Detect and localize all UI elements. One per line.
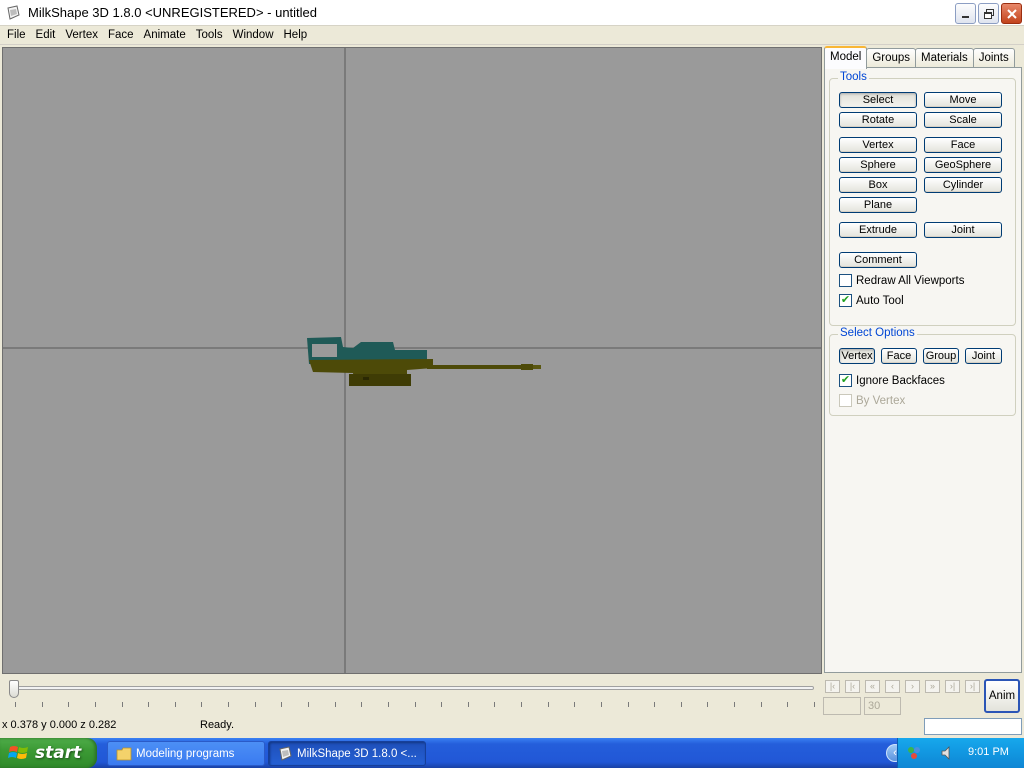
menu-help[interactable]: Help xyxy=(279,27,313,44)
checkmark-icon[interactable]: ✔ xyxy=(839,374,852,387)
cursor-coordinates: x 0.378 y 0.000 z 0.282 xyxy=(2,719,117,731)
checkbox-box xyxy=(839,394,852,407)
ignore-backfaces-label: Ignore Backfaces xyxy=(856,374,945,387)
menu-vertex[interactable]: Vertex xyxy=(60,27,103,44)
animation-controls: |‹ |‹ « ‹ › » ›| ›| 30 Anim xyxy=(823,676,1023,718)
face-tool-button[interactable]: Face xyxy=(924,137,1002,153)
menu-edit[interactable]: Edit xyxy=(31,27,61,44)
total-frames-field: 30 xyxy=(864,697,901,715)
fast-forward-icon: » xyxy=(925,680,940,693)
select-options-title: Select Options xyxy=(838,327,917,339)
tab-model[interactable]: Model xyxy=(824,46,868,69)
by-vertex-label: By Vertex xyxy=(856,394,906,407)
window-title: MilkShape 3D 1.8.0 <UNREGISTERED> - unti… xyxy=(28,5,318,20)
close-icon xyxy=(1006,8,1017,19)
menu-bar: File Edit Vertex Face Animate Tools Wind… xyxy=(0,26,1024,45)
current-frame-field xyxy=(823,697,861,715)
select-group-button[interactable]: Group xyxy=(923,348,959,364)
viewport-canvas[interactable] xyxy=(3,48,822,674)
comment-button[interactable]: Comment xyxy=(839,252,917,268)
rifle-model xyxy=(307,337,541,386)
milkshape-app-icon[interactable] xyxy=(5,5,21,21)
tab-materials[interactable]: Materials xyxy=(915,48,974,68)
rotate-button[interactable]: Rotate xyxy=(839,112,917,128)
menu-file[interactable]: File xyxy=(2,27,31,44)
redraw-all-viewports-checkbox[interactable]: Redraw All Viewports xyxy=(839,274,964,287)
menu-face[interactable]: Face xyxy=(103,27,139,44)
status-bar: x 0.378 y 0.000 z 0.282 Ready. xyxy=(0,716,1024,738)
tools-panel: Model Groups Materials Joints Tools Sele… xyxy=(824,46,1022,674)
menu-tools[interactable]: Tools xyxy=(191,27,228,44)
taskbar-clock: 9:01 PM xyxy=(968,746,1009,758)
scale-button[interactable]: Scale xyxy=(924,112,1002,128)
select-options-group: Select Options Vertex Face Group Joint ✔… xyxy=(829,327,1016,416)
model-tab-body: Tools Select Move Rotate Scale Vertex Fa… xyxy=(824,67,1022,673)
tab-joints[interactable]: Joints xyxy=(972,48,1015,68)
windows-flag-icon xyxy=(8,746,28,759)
by-vertex-checkbox: By Vertex xyxy=(839,394,905,407)
taskbar-item-label: MilkShape 3D 1.8.0 <... xyxy=(297,747,417,760)
restore-icon xyxy=(983,8,994,19)
tab-groups[interactable]: Groups xyxy=(866,48,917,68)
taskbar-item-milkshape[interactable]: MilkShape 3D 1.8.0 <... xyxy=(268,741,426,766)
select-button[interactable]: Select xyxy=(839,92,917,108)
speaker-icon[interactable] xyxy=(940,745,956,761)
minimize-icon xyxy=(961,15,969,18)
taskbar-item-label: Modeling programs xyxy=(136,747,235,760)
next-key-icon: ›| xyxy=(945,680,960,693)
menu-animate[interactable]: Animate xyxy=(139,27,191,44)
rewind-icon: « xyxy=(865,680,880,693)
system-tray: 9:01 PM xyxy=(897,738,1024,768)
auto-tool-checkbox[interactable]: ✔ Auto Tool xyxy=(839,294,904,307)
milkshape-app-icon xyxy=(279,745,292,761)
checkmark-icon[interactable]: ✔ xyxy=(839,294,852,307)
start-button[interactable]: start xyxy=(0,738,97,768)
redraw-all-viewports-label: Redraw All Viewports xyxy=(856,274,965,287)
network-status-icon[interactable] xyxy=(906,745,922,761)
menu-window[interactable]: Window xyxy=(228,27,279,44)
3d-viewport[interactable] xyxy=(2,47,822,674)
windows-taskbar: start Modeling programs MilkShape 3D 1.8… xyxy=(0,738,1024,768)
next-frame-icon: › xyxy=(905,680,920,693)
timeline-ticks xyxy=(15,702,815,707)
milkshape-window: MilkShape 3D 1.8.0 <UNREGISTERED> - unti… xyxy=(0,0,1024,768)
panel-tabs: Model Groups Materials Joints xyxy=(824,46,1015,69)
status-message: Ready. xyxy=(200,719,235,731)
move-button[interactable]: Move xyxy=(924,92,1002,108)
vertex-tool-button[interactable]: Vertex xyxy=(839,137,917,153)
animation-timeline xyxy=(0,676,822,716)
restore-button[interactable] xyxy=(978,3,999,24)
cylinder-button[interactable]: Cylinder xyxy=(924,177,1002,193)
start-label: start xyxy=(35,743,82,763)
geosphere-button[interactable]: GeoSphere xyxy=(924,157,1002,173)
tools-group: Tools Select Move Rotate Scale Vertex Fa… xyxy=(829,71,1016,326)
last-frame-icon: ›| xyxy=(965,680,980,693)
ignore-backfaces-checkbox[interactable]: ✔ Ignore Backfaces xyxy=(839,374,945,387)
title-bar: MilkShape 3D 1.8.0 <UNREGISTERED> - unti… xyxy=(0,0,1024,26)
checkbox-box[interactable] xyxy=(839,274,852,287)
first-frame-icon: |‹ xyxy=(825,680,840,693)
sphere-button[interactable]: Sphere xyxy=(839,157,917,173)
timeline-slider-thumb[interactable] xyxy=(9,680,19,698)
joint-tool-button[interactable]: Joint xyxy=(924,222,1002,238)
prev-frame-icon: ‹ xyxy=(885,680,900,693)
folder-icon xyxy=(116,747,132,760)
box-button[interactable]: Box xyxy=(839,177,917,193)
extrude-button[interactable]: Extrude xyxy=(839,222,917,238)
anim-button[interactable]: Anim xyxy=(984,679,1020,713)
prev-key-icon: |‹ xyxy=(845,680,860,693)
status-input-field[interactable] xyxy=(924,718,1022,735)
close-button[interactable] xyxy=(1001,3,1022,24)
auto-tool-label: Auto Tool xyxy=(856,294,904,307)
plane-button[interactable]: Plane xyxy=(839,197,917,213)
tools-group-title: Tools xyxy=(838,71,869,83)
taskbar-item-modeling-programs[interactable]: Modeling programs xyxy=(107,741,265,766)
minimize-button[interactable] xyxy=(955,3,976,24)
select-vertex-button[interactable]: Vertex xyxy=(839,348,875,364)
select-joint-button[interactable]: Joint xyxy=(965,348,1002,364)
timeline-track[interactable] xyxy=(10,686,814,690)
select-face-button[interactable]: Face xyxy=(881,348,917,364)
